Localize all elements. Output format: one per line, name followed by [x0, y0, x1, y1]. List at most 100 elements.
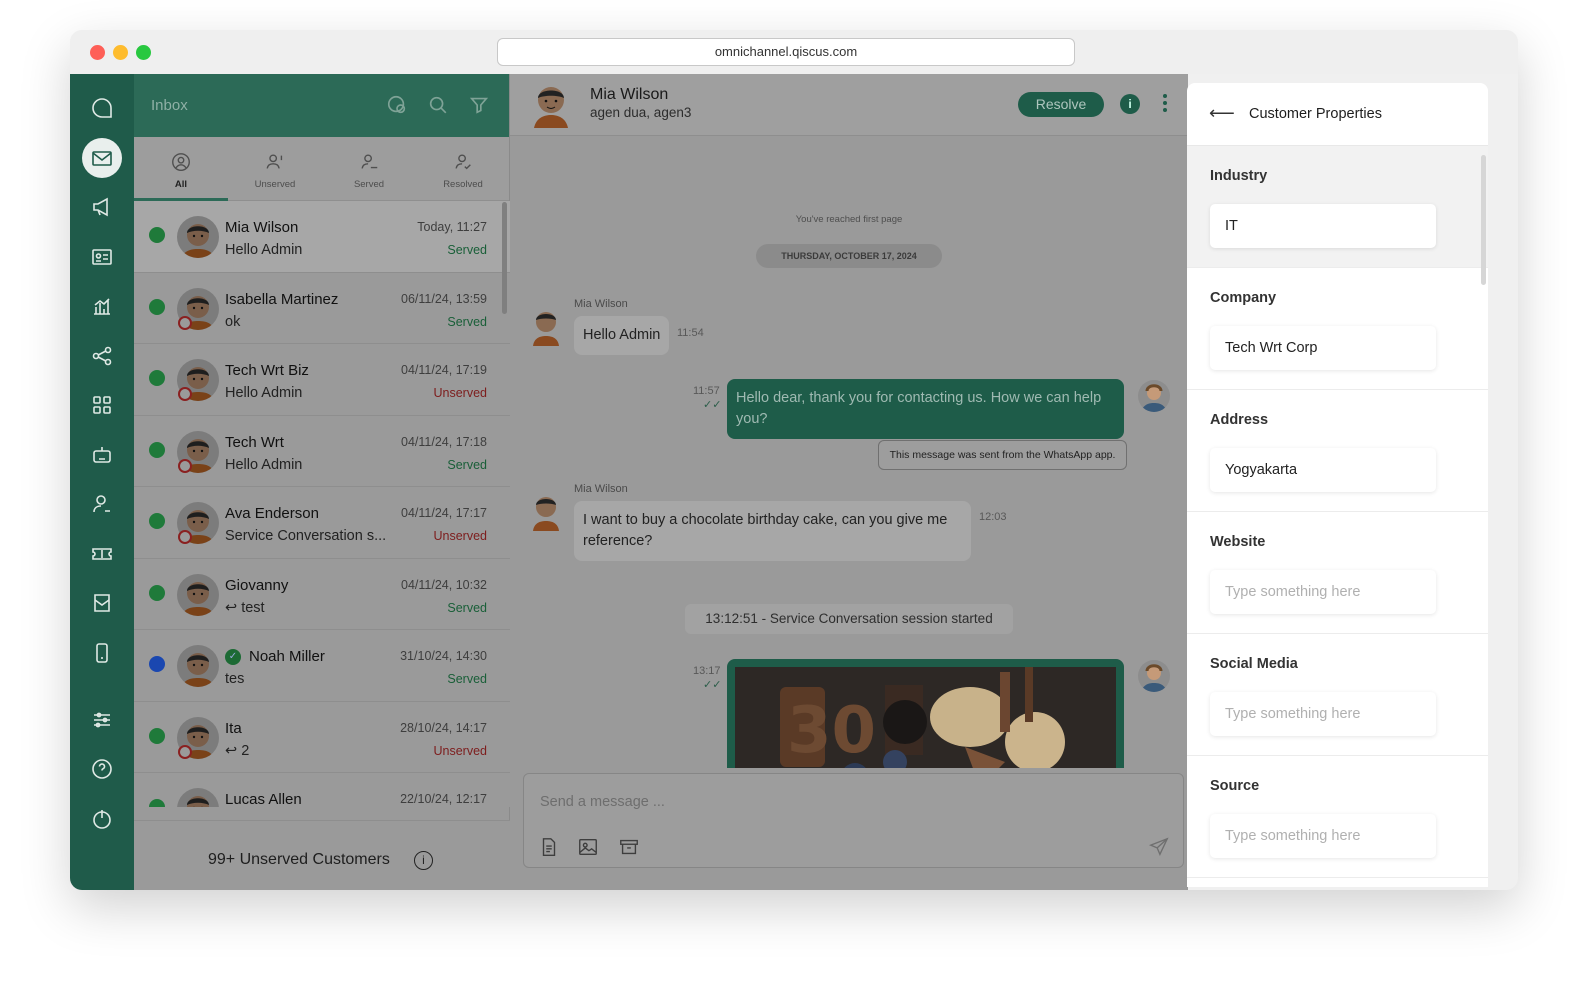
last-message: ↩ test — [225, 600, 265, 616]
contacts-icon[interactable] — [82, 237, 122, 277]
last-message-text: Hello Admin — [225, 242, 303, 258]
agent-status-icon[interactable] — [386, 94, 408, 116]
inbox-icon[interactable] — [82, 138, 122, 178]
document-icon[interactable] — [538, 836, 560, 858]
conversation-item[interactable]: Tech Wrt Hello Admin 04/11/24, 17:18 Served — [134, 415, 510, 487]
message-timestamp: 06/11/24, 13:59 — [401, 291, 487, 306]
archive-icon[interactable] — [618, 836, 640, 858]
conversation-item[interactable]: Ava Enderson Service Conversation s... 04/… — [134, 487, 510, 559]
agent-channel-icon — [149, 584, 165, 601]
expired-session-icon — [178, 315, 192, 330]
last-message-text: tes — [225, 671, 245, 687]
image-icon[interactable] — [577, 836, 599, 858]
conversation-item[interactable]: Giovanny ↩ test 04/11/24, 10:32 Served — [134, 558, 510, 630]
property-input[interactable] — [1210, 326, 1436, 370]
send-icon[interactable] — [1148, 836, 1170, 858]
whatsapp-icon — [149, 441, 165, 458]
maximize-window-button[interactable] — [136, 45, 151, 60]
back-arrow-icon[interactable]: ⟵ — [1209, 103, 1235, 124]
list-scrollbar[interactable] — [502, 202, 507, 314]
contact-name: Tech Wrt — [225, 433, 284, 451]
resolve-button[interactable]: Resolve — [1018, 92, 1104, 117]
property-field: Company — [1187, 268, 1488, 390]
logo-icon[interactable] — [82, 88, 122, 128]
conversation-item[interactable]: Lucas Allen 22/10/24, 12:17 — [134, 773, 510, 807]
customer-avatar-small — [530, 491, 562, 531]
message-timestamp: 28/10/24, 14:17 — [400, 720, 487, 735]
integration-icon[interactable] — [82, 336, 122, 376]
inbox-footer: 99+ Unserved Customers i — [134, 820, 510, 890]
apps-icon[interactable] — [82, 385, 122, 425]
message-time: 12:03 — [979, 511, 1007, 523]
property-input[interactable] — [1210, 692, 1436, 736]
last-message-text: test — [241, 599, 265, 616]
mobile-icon[interactable] — [82, 633, 122, 673]
user-resolved-icon — [455, 154, 471, 170]
customer-info-icon[interactable]: i — [1120, 94, 1140, 114]
filter-icon[interactable] — [468, 94, 490, 116]
tab-label: Resolved — [443, 179, 483, 190]
properties-title: Customer Properties — [1249, 106, 1382, 122]
properties-scrollbar[interactable] — [1481, 155, 1486, 285]
last-message: ok — [225, 314, 240, 330]
mailbox-icon[interactable] — [82, 583, 122, 623]
message-time: 13:17 — [693, 665, 721, 677]
conversation-item[interactable]: Isabella Martinez ok 06/11/24, 13:59 Served — [134, 272, 510, 344]
unserved-count[interactable]: 99+ Unserved Customers — [208, 851, 390, 869]
conversation-item[interactable]: Mia Wilson Hello Admin Today, 11:27 Served — [134, 201, 510, 273]
bot-icon[interactable] — [82, 435, 122, 475]
tab-all[interactable]: All — [134, 137, 228, 201]
message-bubble-in[interactable]: I want to buy a chocolate birthday cake,… — [574, 501, 971, 561]
last-message: Hello Admin — [225, 242, 302, 258]
help-icon[interactable] — [82, 749, 122, 789]
property-input[interactable] — [1210, 204, 1436, 248]
image-message[interactable]: 30 — [727, 659, 1124, 768]
analytics-icon[interactable] — [82, 286, 122, 326]
last-message: ↩ 2 — [225, 743, 249, 759]
reply-icon: ↩ — [225, 742, 242, 759]
message-input[interactable] — [540, 792, 1040, 812]
settings-icon[interactable] — [82, 700, 122, 740]
status-badge: Served — [447, 457, 487, 472]
more-options-icon[interactable] — [1162, 94, 1168, 114]
logout-icon[interactable] — [82, 799, 122, 839]
user-alert-icon — [266, 154, 283, 169]
property-label: Industry — [1210, 168, 1268, 184]
message-sender: Mia Wilson — [574, 483, 628, 495]
read-receipt-icon: ✓✓ — [703, 679, 722, 691]
search-icon[interactable] — [427, 94, 449, 116]
minimize-window-button[interactable] — [113, 45, 128, 60]
contact-name: Giovanny — [225, 576, 289, 594]
status-badge: Unserved — [433, 386, 488, 400]
message-timestamp: Today, 11:27 — [417, 220, 487, 234]
property-input[interactable] — [1210, 570, 1436, 614]
tab-resolved[interactable]: Resolved — [416, 137, 510, 201]
status-badge: Served — [447, 243, 487, 257]
message-bubble-in[interactable]: Hello Admin — [574, 316, 670, 355]
conversation-item[interactable]: ✓ Noah Miller tes 31/10/24, 14:30 Served — [134, 630, 510, 702]
whatsapp-note: This message was sent from the WhatsApp … — [878, 440, 1127, 470]
conversation-item[interactable]: Tech Wrt Biz Hello Admin 04/11/24, 17:19 Un… — [134, 344, 510, 416]
tab-unserved[interactable]: Unserved — [228, 137, 322, 201]
address-bar[interactable]: omnichannel.qiscus.com — [497, 38, 1075, 66]
last-message: Service Conversation s... — [225, 528, 386, 544]
close-window-button[interactable] — [90, 45, 105, 60]
broadcast-icon[interactable] — [82, 187, 122, 227]
property-input[interactable] — [1210, 814, 1436, 858]
message-bubble-out[interactable]: Hello dear, thank you for contacting us.… — [727, 379, 1124, 439]
agent-icon[interactable] — [82, 484, 122, 524]
tab-label: Served — [353, 179, 385, 190]
info-icon[interactable]: i — [414, 851, 433, 870]
last-message-text: Hello Admin — [225, 385, 303, 401]
avatar — [177, 573, 219, 616]
ticket-icon[interactable] — [82, 534, 122, 574]
message-timestamp: 04/11/24, 17:19 — [401, 363, 487, 377]
conversation-item[interactable]: Ita ↩ 2 28/10/24, 14:17 Unserved — [134, 701, 510, 773]
last-message: Hello Admin — [225, 385, 302, 401]
customer-avatar[interactable] — [530, 80, 572, 128]
tab-served[interactable]: Served — [322, 137, 416, 201]
cake-image[interactable]: 30 — [735, 667, 1116, 768]
property-input[interactable] — [1210, 448, 1436, 492]
property-label: Source — [1210, 778, 1260, 794]
contact-name: Noah Miller — [249, 648, 325, 665]
